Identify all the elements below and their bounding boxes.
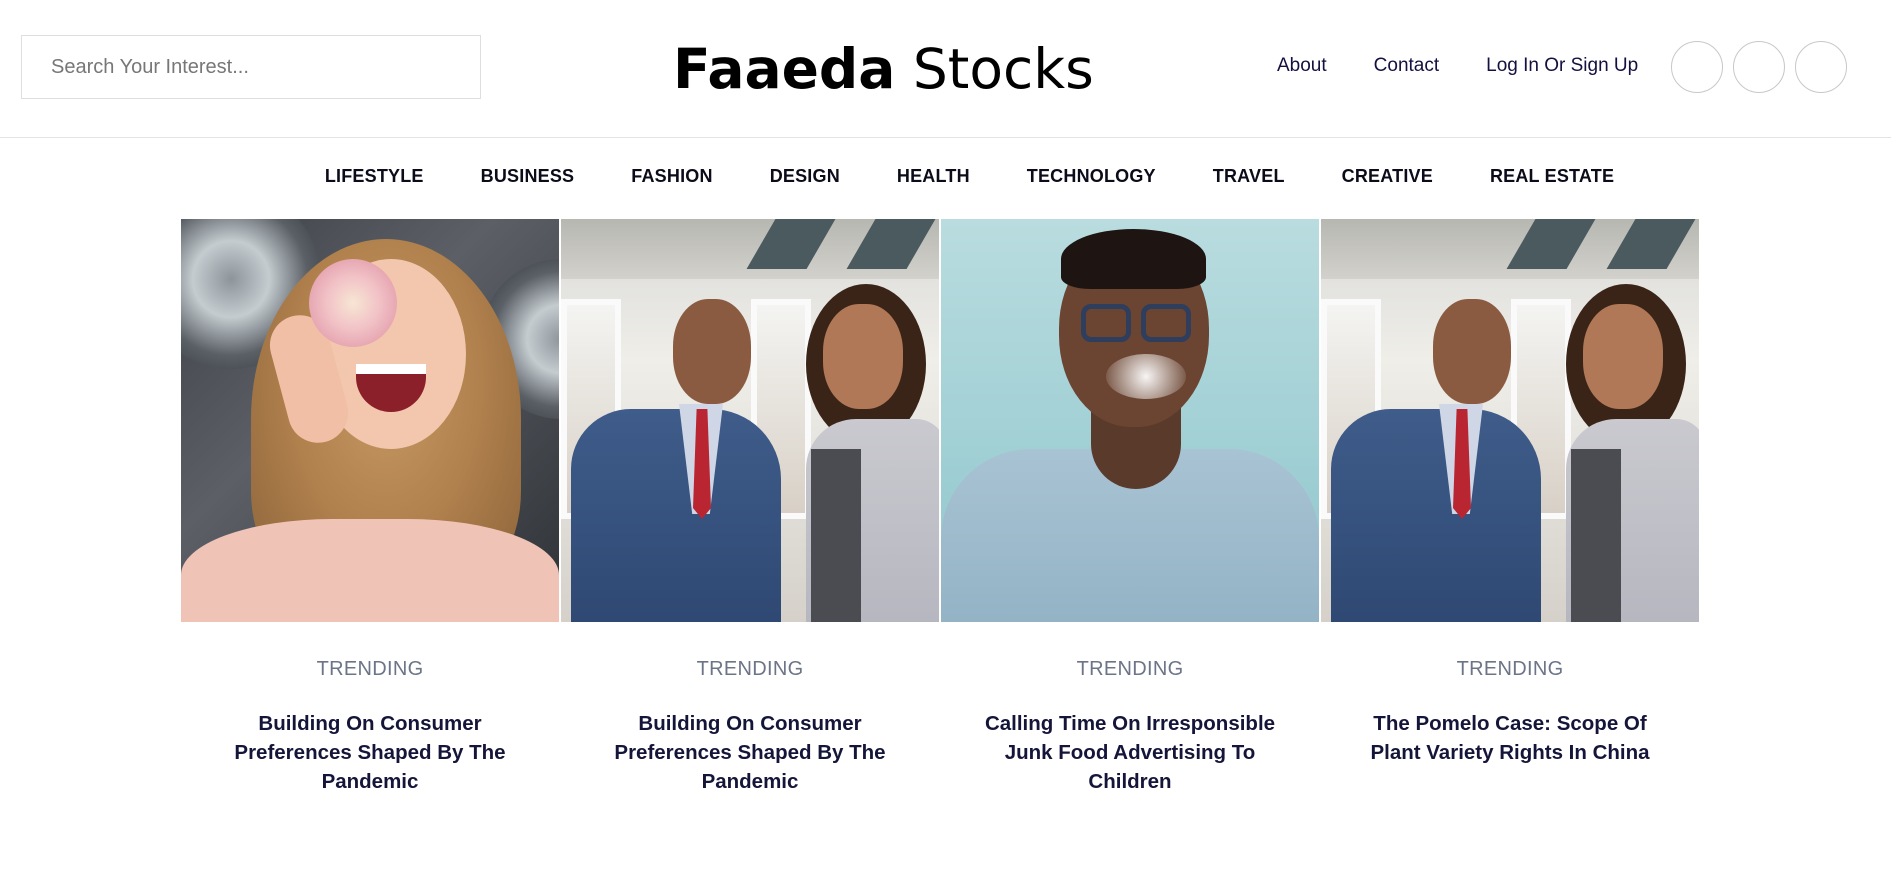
face-shape (823, 304, 903, 409)
card-title[interactable]: The Pomelo Case: Scope Of Plant Variety … (1360, 709, 1660, 767)
top-shape (811, 449, 861, 622)
article-card: TRENDING Building On Consumer Preference… (181, 219, 559, 796)
article-card: TRENDING Calling Time On Irresponsible J… (941, 219, 1319, 796)
contact-link[interactable]: Contact (1374, 55, 1439, 77)
face-shape (673, 299, 751, 404)
card-title[interactable]: Building On Consumer Preferences Shaped … (220, 709, 520, 796)
logo-light-text: Stocks (912, 37, 1094, 101)
header-nav: About Contact Log In Or Sign Up (1277, 55, 1638, 77)
suit-shape (571, 409, 781, 622)
about-link[interactable]: About (1277, 55, 1327, 77)
category-travel[interactable]: TRAVEL (1213, 166, 1285, 187)
article-card: TRENDING The Pomelo Case: Scope Of Plant… (1321, 219, 1699, 796)
site-header: Faaeda Stocks About Contact Log In Or Si… (0, 0, 1891, 138)
category-real-estate[interactable]: REAL ESTATE (1490, 166, 1614, 187)
woman-with-donut-photo[interactable] (181, 219, 559, 622)
business-couple-photo[interactable] (1321, 219, 1699, 622)
article-cards: TRENDING Building On Consumer Preference… (181, 219, 1699, 796)
category-design[interactable]: DESIGN (770, 166, 840, 187)
card-tag[interactable]: TRENDING (561, 658, 939, 681)
social-icons (1671, 41, 1847, 93)
smoke-shape (1106, 354, 1186, 399)
search-input[interactable] (49, 54, 453, 80)
suit-shape (1331, 409, 1541, 622)
glasses-lens (1141, 304, 1191, 342)
card-title[interactable]: Calling Time On Irresponsible Junk Food … (980, 709, 1280, 796)
category-nav: LIFESTYLE BUSINESS FASHION DESIGN HEALTH… (0, 166, 1891, 187)
category-technology[interactable]: TECHNOLOGY (1027, 166, 1156, 187)
business-couple-photo[interactable] (561, 219, 939, 622)
category-fashion[interactable]: FASHION (631, 166, 712, 187)
card-tag[interactable]: TRENDING (941, 658, 1319, 681)
card-tag[interactable]: TRENDING (181, 658, 559, 681)
glasses-lens (1081, 304, 1131, 342)
article-card: TRENDING Building On Consumer Preference… (561, 219, 939, 796)
hair-shape (1061, 229, 1206, 289)
man-with-glasses-smoke-photo[interactable] (941, 219, 1319, 622)
donut-shape (309, 259, 397, 347)
social-circle-icon[interactable] (1795, 41, 1847, 93)
login-signup-link[interactable]: Log In Or Sign Up (1486, 55, 1638, 77)
face-shape (1433, 299, 1511, 404)
site-logo[interactable]: Faaeda Stocks (673, 34, 1094, 104)
category-creative[interactable]: CREATIVE (1342, 166, 1433, 187)
card-title[interactable]: Building On Consumer Preferences Shaped … (600, 709, 900, 796)
face-shape (1583, 304, 1663, 409)
social-circle-icon[interactable] (1733, 41, 1785, 93)
category-business[interactable]: BUSINESS (481, 166, 575, 187)
card-tag[interactable]: TRENDING (1321, 658, 1699, 681)
top-shape (1571, 449, 1621, 622)
search-box[interactable] (21, 35, 481, 99)
body-shape (181, 519, 559, 622)
social-circle-icon[interactable] (1671, 41, 1723, 93)
category-lifestyle[interactable]: LIFESTYLE (325, 166, 424, 187)
logo-bold-text: Faaeda (673, 37, 896, 101)
category-health[interactable]: HEALTH (897, 166, 970, 187)
